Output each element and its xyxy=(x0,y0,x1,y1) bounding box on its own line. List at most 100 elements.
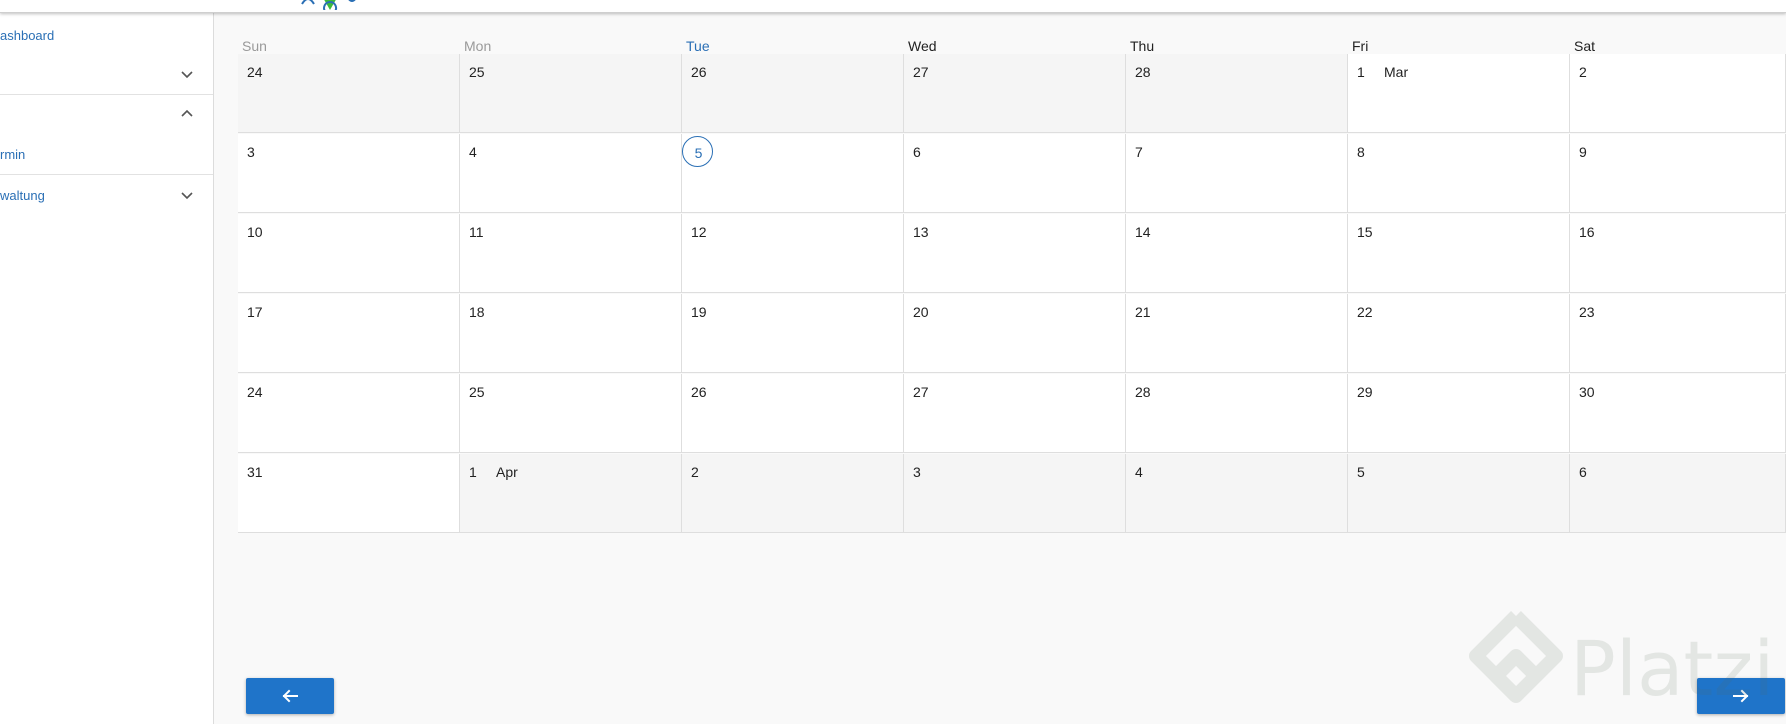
calendar-day-cell[interactable]: 7 xyxy=(1126,134,1348,213)
sidebar-item-label: rmin xyxy=(0,146,26,162)
calendar-day-cell[interactable]: 4 xyxy=(1126,454,1348,533)
sidebar-item-label: waltung xyxy=(0,187,45,203)
day-number: 3 xyxy=(913,464,921,480)
calendar-day-cell[interactable]: 12 xyxy=(682,214,904,293)
weekday-label: Mon xyxy=(464,38,492,54)
weekday-label: Wed xyxy=(908,38,937,54)
sidebar-item-termin[interactable]: rmin xyxy=(0,134,213,175)
calendar-day-cell[interactable]: 6 xyxy=(904,134,1126,213)
day-number: 25 xyxy=(469,384,485,400)
calendar-day-cell[interactable]: 4 xyxy=(460,134,682,213)
platzi-watermark: Platzi xyxy=(1466,610,1786,720)
chevron-down-icon xyxy=(181,192,193,200)
arrow-left-icon xyxy=(282,689,298,703)
day-number: 10 xyxy=(247,224,263,240)
month-label: Mar xyxy=(1384,64,1409,80)
calendar-day-cell[interactable]: 13 xyxy=(904,214,1126,293)
calendar-day-cell[interactable]: 11 xyxy=(460,214,682,293)
calendar-day-cell[interactable]: 23 xyxy=(1570,294,1786,373)
calendar-day-cell[interactable]: 2 xyxy=(682,454,904,533)
calendar-day-cell[interactable]: 9 xyxy=(1570,134,1786,213)
day-number: 24 xyxy=(247,64,263,80)
day-number: 31 xyxy=(247,464,263,480)
calendar-day-cell[interactable]: 31 xyxy=(238,454,460,533)
calendar-day-cell[interactable]: 28 xyxy=(1126,54,1348,133)
calendar-day-cell[interactable]: 17 xyxy=(238,294,460,373)
sidebar-item-group-1[interactable] xyxy=(0,54,213,95)
calendar-day-cell[interactable]: 1 Mar xyxy=(1348,54,1570,133)
weekday-label: Thu xyxy=(1130,38,1155,54)
day-number: 4 xyxy=(469,144,477,160)
calendar-day-cell[interactable]: 27 xyxy=(904,374,1126,453)
sidebar-item-dashboard[interactable]: ashboard xyxy=(0,15,213,55)
calendar-day-cell[interactable]: 24 xyxy=(238,54,460,133)
calendar-day-cell[interactable]: 10 xyxy=(238,214,460,293)
calendar-day-cell[interactable]: 14 xyxy=(1126,214,1348,293)
day-number: 14 xyxy=(1135,224,1151,240)
previous-month-button[interactable] xyxy=(246,678,334,714)
day-number: 23 xyxy=(1579,304,1595,320)
calendar-day-cell[interactable]: 5 xyxy=(682,134,904,213)
sidebar-item-label: ashboard xyxy=(0,27,55,43)
day-number: 29 xyxy=(1357,384,1373,400)
day-number: 8 xyxy=(1357,144,1365,160)
weekday-label: Sat xyxy=(1574,38,1596,54)
calendar-day-cell[interactable]: 18 xyxy=(460,294,682,373)
weekday-label: Sun xyxy=(242,38,267,54)
day-number: 1 xyxy=(1357,64,1365,80)
app-logo xyxy=(301,0,356,10)
weekday-label: Tue xyxy=(686,38,710,54)
sidebar-item-verwaltung[interactable]: waltung xyxy=(0,175,213,215)
day-number: 7 xyxy=(1135,144,1143,160)
calendar-day-cell[interactable]: 5 xyxy=(1348,454,1570,533)
day-number: 26 xyxy=(691,384,707,400)
day-number: 2 xyxy=(1579,64,1587,80)
day-number: 2 xyxy=(691,464,699,480)
calendar-day-cell[interactable]: 3 xyxy=(904,454,1126,533)
calendar-day-cell[interactable]: 3 xyxy=(238,134,460,213)
day-number: 9 xyxy=(1579,144,1587,160)
day-number: 12 xyxy=(691,224,707,240)
calendar-day-cell[interactable]: 22 xyxy=(1348,294,1570,373)
calendar-day-cell[interactable]: 6 xyxy=(1570,454,1786,533)
calendar-day-cell[interactable]: 16 xyxy=(1570,214,1786,293)
sidebar: ashboard rmin waltung xyxy=(0,12,214,724)
calendar-day-cell[interactable]: 30 xyxy=(1570,374,1786,453)
calendar-day-cell[interactable]: 1 Apr xyxy=(460,454,682,533)
calendar-day-cell[interactable]: 21 xyxy=(1126,294,1348,373)
top-app-bar xyxy=(0,0,1786,13)
calendar-day-cell[interactable]: 2 xyxy=(1570,54,1786,133)
calendar-day-cell[interactable]: 26 xyxy=(682,374,904,453)
day-number: 4 xyxy=(1135,464,1143,480)
day-number: 5 xyxy=(1357,464,1365,480)
calendar-day-cell[interactable]: 8 xyxy=(1348,134,1570,213)
weekday-header: Sun Mon Tue Wed Thu Fri Sat xyxy=(238,36,1786,54)
calendar-day-cell[interactable]: 20 xyxy=(904,294,1126,373)
platzi-logo-icon xyxy=(1469,611,1563,703)
calendar-day-cell[interactable]: 15 xyxy=(1348,214,1570,293)
month-label: Apr xyxy=(496,464,518,480)
day-number: 28 xyxy=(1135,384,1151,400)
today-indicator[interactable]: 5 xyxy=(682,136,713,167)
day-number: 24 xyxy=(247,384,263,400)
calendar-day-cell[interactable]: 25 xyxy=(460,54,682,133)
day-number: 6 xyxy=(1579,464,1587,480)
calendar-day-cell[interactable]: 28 xyxy=(1126,374,1348,453)
calendar-day-cell[interactable]: 26 xyxy=(682,54,904,133)
calendar-day-cell[interactable]: 25 xyxy=(460,374,682,453)
sidebar-item-group-2[interactable] xyxy=(0,94,213,134)
day-number: 5 xyxy=(694,145,703,161)
day-number: 6 xyxy=(913,144,921,160)
calendar-day-cell[interactable]: 27 xyxy=(904,54,1126,133)
day-number: 15 xyxy=(1357,224,1373,240)
day-number: 3 xyxy=(247,144,255,160)
calendar-day-cell[interactable]: 19 xyxy=(682,294,904,373)
calendar-day-cell[interactable]: 29 xyxy=(1348,374,1570,453)
calendar-day-cell[interactable]: 24 xyxy=(238,374,460,453)
day-number: 27 xyxy=(913,384,929,400)
day-number: 18 xyxy=(469,304,485,320)
day-number: 21 xyxy=(1135,304,1151,320)
chevron-down-icon xyxy=(181,71,193,79)
day-number: 13 xyxy=(913,224,929,240)
day-number: 26 xyxy=(691,64,707,80)
